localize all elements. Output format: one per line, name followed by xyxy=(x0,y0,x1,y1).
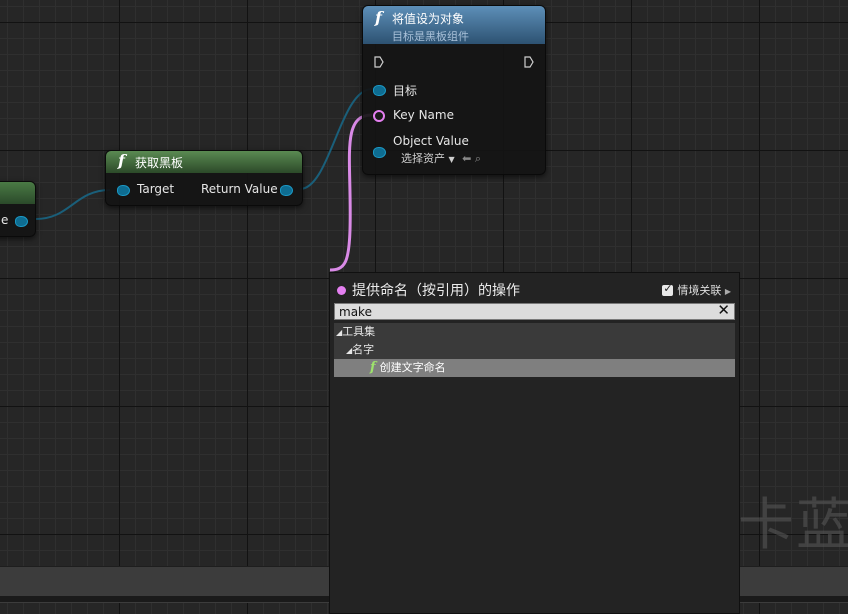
action-tree: ◢工具集 ◢名字 f 创建文字命名 xyxy=(334,323,735,377)
action-search-input[interactable]: make ✕ xyxy=(334,302,735,320)
dropdown-arrow-icon: ▼ xyxy=(448,155,455,164)
name-pin-dot-icon xyxy=(337,286,346,295)
tree-category-utilities[interactable]: ◢工具集 xyxy=(334,323,735,341)
partial-node-header xyxy=(0,182,35,204)
asset-select-label: 选择资产 xyxy=(401,152,445,165)
object-wire-left xyxy=(35,189,111,220)
function-icon: f xyxy=(370,360,376,375)
action-context-menu[interactable]: 提供命名（按引用）的操作 情境关联 ▶ make ✕ ◢工具集 ◢名字 f创建文字… xyxy=(329,272,740,614)
exec-in-pin[interactable] xyxy=(374,56,384,68)
exec-out-pin[interactable] xyxy=(524,56,534,68)
tree-label: 名字 xyxy=(352,343,375,356)
set-value-header: f 将值设为对象 目标是黑板组件 xyxy=(363,6,545,44)
partial-pin-label: e xyxy=(1,213,9,227)
chevron-right-icon: ▶ xyxy=(724,287,731,296)
target-pin[interactable] xyxy=(373,85,386,96)
target-label: 目标 xyxy=(393,84,418,98)
set-value-as-object-node[interactable]: f 将值设为对象 目标是黑板组件 目标 Key Name Object Valu… xyxy=(362,5,546,175)
target-label: Target xyxy=(137,182,175,196)
context-menu-title-text: 提供命名（按引用）的操作 xyxy=(352,283,520,299)
tree-label: 创建文字命名 xyxy=(379,361,446,374)
tree-item-make-literal-name[interactable]: f 创建文字命名 xyxy=(334,359,735,377)
watermark: 卡蓝 xyxy=(738,493,848,558)
search-value: make xyxy=(339,305,372,319)
use-selected-arrow-icon[interactable]: ⬅ xyxy=(462,152,471,165)
get-blackboard-title: 获取黑板 xyxy=(135,156,184,170)
checkbox-icon[interactable] xyxy=(662,282,674,296)
asset-picker[interactable]: 选择资产 ▼ ⬅ ⌕ xyxy=(401,150,481,166)
function-icon: f xyxy=(375,8,382,27)
browse-search-icon[interactable]: ⌕ xyxy=(475,152,481,165)
partial-output-pin[interactable] xyxy=(15,216,28,227)
close-icon[interactable]: ✕ xyxy=(717,302,730,319)
get-blackboard-node[interactable]: f 获取黑板 Target Return Value xyxy=(105,150,303,206)
object-value-label: Object Value xyxy=(393,134,469,148)
key-name-label: Key Name xyxy=(393,108,454,122)
return-value-pin[interactable] xyxy=(280,185,293,196)
context-sensitive-label: 情境关联 xyxy=(677,284,722,297)
tree-label: 工具集 xyxy=(342,325,376,338)
key-name-pin[interactable] xyxy=(373,110,385,122)
function-icon: f xyxy=(118,151,125,170)
partial-node[interactable]: e xyxy=(0,181,36,237)
context-menu-title: 提供命名（按引用）的操作 xyxy=(337,280,520,300)
target-input-pin[interactable] xyxy=(117,185,130,196)
return-value-label: Return Value xyxy=(201,182,278,196)
tree-category-name[interactable]: ◢名字 xyxy=(334,341,735,359)
set-value-subtitle: 目标是黑板组件 xyxy=(392,30,469,43)
object-value-pin[interactable] xyxy=(373,147,386,158)
set-value-title: 将值设为对象 xyxy=(392,12,465,26)
context-sensitive-toggle[interactable]: 情境关联 ▶ xyxy=(662,282,731,298)
get-blackboard-header: f 获取黑板 xyxy=(106,151,302,173)
